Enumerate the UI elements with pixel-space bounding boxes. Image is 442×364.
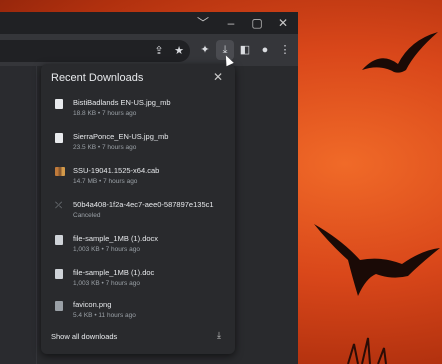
downloads-title: Recent Downloads: [51, 72, 144, 84]
title-bar: ﹀ – ▢ ✕: [0, 12, 298, 34]
download-item[interactable]: favicon.png 5.4 KB • 11 hours ago: [41, 298, 235, 332]
bird-silhouette: [362, 32, 438, 73]
profile-icon[interactable]: ●: [256, 40, 274, 60]
open-downloads-folder-icon[interactable]: ⤓: [217, 330, 221, 341]
download-item[interactable]: SSU-19041.1525-x64.cab 14.7 MB • 7 hours…: [41, 164, 235, 198]
image-file-icon: [55, 301, 63, 311]
close-window-button[interactable]: ✕: [270, 12, 296, 34]
download-item[interactable]: ⤫ 50b4a408-1f2a-4ec7-aee0-587897e135c1 C…: [41, 198, 235, 232]
star-icon[interactable]: ★: [170, 41, 188, 61]
download-meta: 1,003 KB • 7 hours ago: [73, 280, 140, 287]
download-meta: 23.5 KB • 7 hours ago: [73, 144, 137, 151]
file-icon: [55, 133, 63, 143]
download-filename: 50b4a408-1f2a-4ec7-aee0-587897e135c1: [73, 200, 214, 209]
download-meta: 1,003 KB • 7 hours ago: [73, 246, 140, 253]
download-meta: Canceled: [73, 212, 101, 219]
download-item[interactable]: file-sample_1MB (1).doc 1,003 KB • 7 hou…: [41, 266, 235, 300]
download-meta: 18.8 KB • 7 hours ago: [73, 110, 137, 117]
page-sidebar: [0, 66, 37, 364]
extensions-icon[interactable]: ✦: [196, 40, 214, 60]
download-filename: BistiBadlands EN-US.jpg_mb: [73, 98, 171, 107]
download-filename: file-sample_1MB (1).doc: [73, 268, 155, 277]
address-bar[interactable]: ⇪ ★: [0, 40, 190, 62]
file-icon: [55, 99, 63, 109]
vegetation-silhouette: [347, 337, 387, 364]
document-icon: [55, 269, 63, 279]
download-filename: file-sample_1MB (1).docx: [73, 234, 159, 243]
minimize-button[interactable]: –: [218, 12, 244, 34]
download-item[interactable]: BistiBadlands EN-US.jpg_mb 18.8 KB • 7 h…: [41, 96, 235, 130]
download-meta: 14.7 MB • 7 hours ago: [73, 178, 138, 185]
show-all-downloads-link[interactable]: Show all downloads: [51, 332, 117, 341]
close-icon[interactable]: ✕: [213, 70, 223, 84]
cab-archive-icon: [55, 167, 65, 176]
document-icon: [55, 235, 63, 245]
download-filename: SSU-19041.1525-x64.cab: [73, 166, 160, 175]
download-filename: SierraPonce_EN-US.jpg_mb: [73, 132, 169, 141]
tab-search-button[interactable]: ﹀: [190, 12, 216, 34]
download-item[interactable]: file-sample_1MB (1).docx 1,003 KB • 7 ho…: [41, 232, 235, 266]
maximize-button[interactable]: ▢: [244, 12, 270, 34]
sidepanel-icon[interactable]: ◧: [236, 40, 254, 60]
download-filename: favicon.png: [73, 300, 112, 309]
share-icon[interactable]: ⇪: [150, 41, 168, 61]
download-item[interactable]: SierraPonce_EN-US.jpg_mb 23.5 KB • 7 hou…: [41, 130, 235, 164]
canceled-icon: ⤫: [55, 200, 63, 210]
browser-toolbar: ⇪ ★ ✦ ⤓ ◧ ● ⋮: [0, 34, 298, 66]
downloads-bubble: Recent Downloads ✕ BistiBadlands EN-US.j…: [41, 64, 235, 354]
download-meta: 5.4 KB • 11 hours ago: [73, 312, 136, 319]
bird-silhouette: [314, 224, 440, 296]
menu-icon[interactable]: ⋮: [276, 40, 294, 60]
